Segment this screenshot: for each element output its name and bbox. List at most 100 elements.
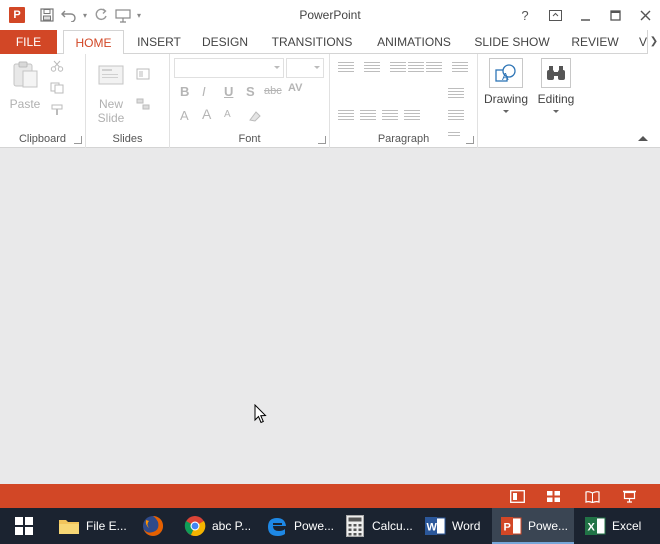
underline-button[interactable]: U	[224, 84, 233, 99]
group-font: B I U S abc AV A A A Font	[170, 54, 330, 148]
taskbar-item-file-explorer[interactable]: File E...	[50, 508, 132, 544]
taskbar-item-excel[interactable]: X Excel	[576, 508, 652, 544]
taskbar-item-firefox[interactable]	[134, 508, 174, 544]
editing-label: Editing	[537, 92, 575, 106]
undo-dropdown-icon[interactable]: ▾	[80, 5, 90, 25]
increase-indent-icon[interactable]	[408, 62, 424, 73]
minimize-icon[interactable]	[570, 2, 600, 28]
powerpoint-icon: P	[500, 515, 522, 537]
drawing-button[interactable]: A Drawing	[482, 58, 530, 113]
paste-label-text: Paste	[9, 97, 41, 111]
ribbon-tabs: FILE HOME INSERT DESIGN TRANSITIONS ANIM…	[0, 30, 660, 55]
tab-slide-show[interactable]: SLIDE SHOW	[470, 30, 554, 54]
tab-file[interactable]: FILE	[0, 30, 57, 54]
paste-icon	[13, 61, 38, 88]
tab-home[interactable]: HOME	[63, 30, 124, 55]
decrease-font-size-button[interactable]: A	[224, 109, 231, 120]
strikethrough-button[interactable]: abc	[264, 85, 282, 97]
taskbar-item-edge[interactable]: Powe...	[258, 508, 334, 544]
taskbar-label: Powe...	[528, 519, 569, 533]
taskbar-item-chrome[interactable]: abc P...	[176, 508, 256, 544]
layout-icon[interactable]	[136, 68, 150, 80]
taskbar-label: File E...	[86, 519, 127, 533]
format-painter-icon[interactable]	[50, 104, 64, 116]
drawing-label: Drawing	[483, 92, 528, 106]
word-icon: W	[424, 515, 446, 537]
svg-text:A: A	[502, 72, 509, 83]
edge-icon	[266, 515, 288, 537]
tab-review[interactable]: REVIEW	[566, 30, 624, 54]
ribbon-display-options-icon[interactable]	[540, 2, 570, 28]
powerpoint-app-icon[interactable]: P	[9, 7, 25, 23]
tab-animations[interactable]: ANIMATIONS	[370, 30, 458, 54]
bold-button[interactable]: B	[180, 84, 189, 99]
start-from-beginning-icon[interactable]	[112, 5, 134, 25]
numbering-icon[interactable]	[364, 62, 380, 73]
tab-transitions[interactable]: TRANSITIONS	[266, 30, 358, 54]
clipboard-group-label: Clipboard	[18, 133, 67, 145]
justify-icon[interactable]	[404, 110, 420, 121]
increase-font-size-button[interactable]: A	[202, 106, 211, 122]
start-button[interactable]	[0, 508, 48, 544]
font-color-button[interactable]: A	[180, 108, 189, 123]
status-bar	[0, 484, 660, 508]
align-left-icon[interactable]	[338, 110, 354, 121]
line-spacing-icon[interactable]	[426, 62, 442, 73]
redo-icon[interactable]	[90, 5, 112, 25]
new-slide-icon	[98, 65, 124, 85]
taskbar-item-word[interactable]: W Word	[416, 508, 490, 544]
bullets-icon[interactable]	[338, 62, 354, 73]
new-slide-button[interactable]: New Slide	[90, 60, 132, 125]
tab-insert[interactable]: INSERT	[132, 30, 186, 54]
taskbar-item-calculator[interactable]: Calcu...	[336, 508, 414, 544]
character-spacing-button[interactable]: AV	[288, 82, 302, 94]
paragraph-group-label: Paragraph	[377, 133, 430, 145]
text-direction-icon[interactable]	[448, 88, 464, 99]
maximize-icon[interactable]	[600, 2, 630, 28]
taskbar-label: Word	[452, 519, 481, 533]
new-slide-label-2: Slide	[97, 111, 125, 125]
save-icon[interactable]	[36, 5, 58, 25]
align-right-icon[interactable]	[382, 110, 398, 121]
taskbar-label: Calcu...	[372, 519, 413, 533]
copy-icon[interactable]	[50, 82, 64, 94]
font-dialog-launcher[interactable]	[318, 136, 326, 144]
editing-button[interactable]: Editing	[534, 58, 578, 113]
group-clipboard: Paste Clipboard	[0, 54, 86, 148]
normal-view-icon[interactable]	[509, 488, 525, 504]
convert-smartart-icon[interactable]	[448, 110, 464, 121]
excel-icon: X	[584, 515, 606, 537]
tab-scroll-right-icon[interactable]: ❯	[647, 30, 660, 54]
font-size-select[interactable]	[286, 58, 324, 78]
shadow-button[interactable]: S	[246, 84, 255, 99]
section-icon[interactable]	[136, 98, 150, 110]
editing-workspace[interactable]	[0, 148, 660, 484]
slide-show-icon[interactable]	[621, 488, 637, 504]
customize-qat-icon[interactable]: ▾	[134, 5, 144, 25]
decrease-indent-icon[interactable]	[390, 62, 406, 73]
italic-button[interactable]: I	[202, 84, 206, 99]
paste-button[interactable]: Paste	[6, 60, 44, 111]
align-center-icon[interactable]	[360, 110, 376, 121]
help-button[interactable]: ?	[510, 2, 540, 28]
cut-icon[interactable]	[50, 60, 64, 72]
close-icon[interactable]	[630, 2, 660, 28]
reading-view-icon[interactable]	[584, 488, 600, 504]
clear-formatting-icon[interactable]	[248, 110, 262, 122]
undo-icon[interactable]	[58, 5, 80, 25]
group-editing: Editing	[534, 54, 578, 148]
clipboard-dialog-launcher[interactable]	[74, 136, 82, 144]
tab-design[interactable]: DESIGN	[196, 30, 254, 54]
chrome-icon	[184, 515, 206, 537]
svg-text:W: W	[427, 522, 438, 534]
collapse-ribbon-icon[interactable]	[638, 136, 648, 141]
columns-icon[interactable]	[452, 62, 468, 73]
taskbar-item-powerpoint[interactable]: P Powe...	[492, 508, 574, 544]
font-family-select[interactable]	[174, 58, 284, 78]
slide-sorter-icon[interactable]	[545, 488, 561, 504]
group-paragraph: Paragraph	[330, 54, 478, 148]
font-group-label: Font	[238, 133, 261, 145]
paragraph-dialog-launcher[interactable]	[466, 136, 474, 144]
calculator-icon	[344, 515, 366, 537]
binoculars-icon	[541, 58, 571, 88]
